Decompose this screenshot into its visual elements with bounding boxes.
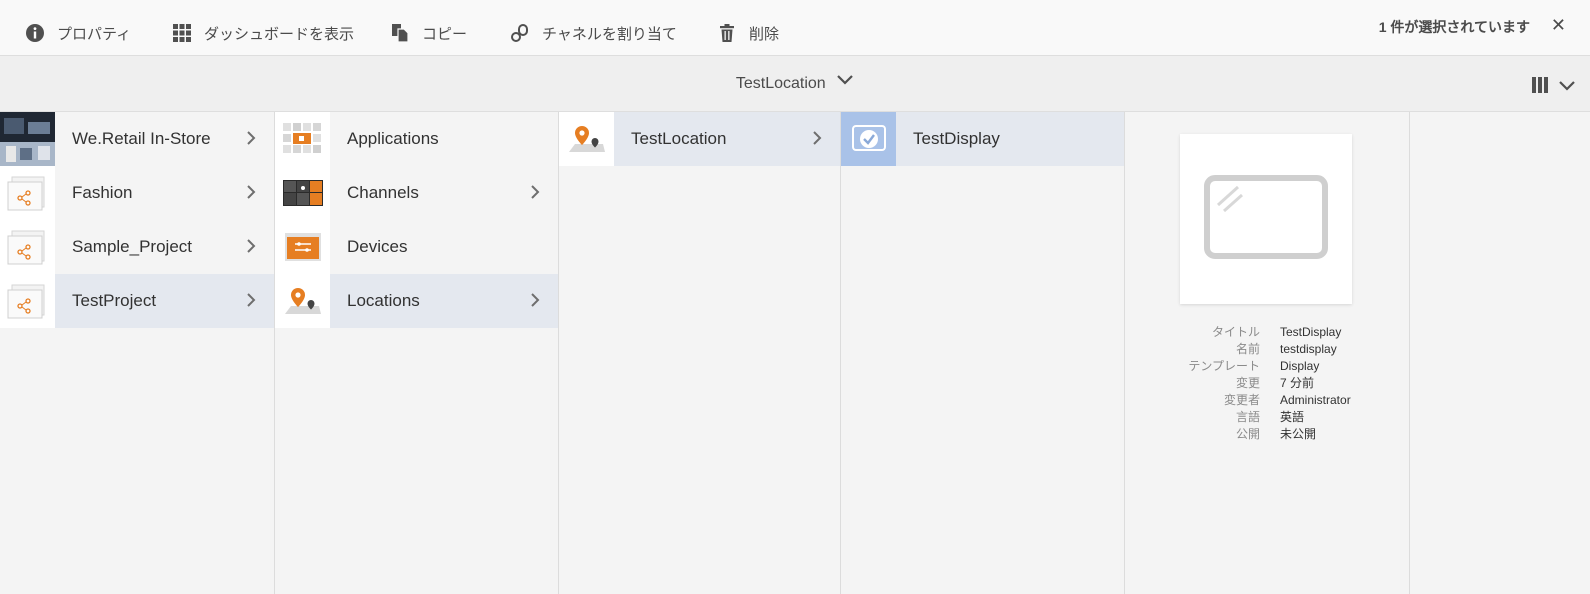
location-pin-icon — [275, 274, 330, 328]
meta-key: 公開 — [1235, 427, 1260, 441]
list-item-label: TestLocation — [631, 129, 727, 148]
selection-status: 1 件が選択されています — [1378, 19, 1530, 35]
column-view-icon — [1532, 77, 1550, 98]
meta-key: 変更 — [1235, 376, 1260, 390]
list-item-label: Sample_Project — [72, 237, 193, 256]
assign-channel-label: チャネルを割り当て — [542, 25, 677, 43]
page-title: TestLocation — [735, 75, 826, 92]
list-item-label: Locations — [347, 291, 420, 310]
meta-value: 7 分前 — [1280, 376, 1315, 390]
meta-value: testdisplay — [1280, 342, 1337, 356]
view-dashboard-label: ダッシュボードを表示 — [204, 25, 355, 43]
close-selection-icon[interactable]: ✕ — [1551, 15, 1566, 36]
column-displays: TestDisplay — [841, 112, 1125, 594]
store-thumbnail — [0, 112, 55, 166]
list-item[interactable]: Sample_Project — [0, 220, 274, 274]
list-item-label: TestProject — [72, 291, 157, 310]
chevron-down-icon — [1558, 79, 1576, 97]
meta-key: 言語 — [1235, 410, 1260, 424]
chevron-right-icon — [812, 130, 822, 151]
applications-icon — [275, 112, 330, 166]
column-projects: We.Retail In-Store Fashion Sample_Projec… — [0, 112, 275, 594]
chevron-down-icon — [836, 73, 854, 91]
meta-row-modified: 変更 7 分前 — [1125, 375, 1410, 392]
copy-icon — [390, 23, 410, 43]
list-item[interactable]: We.Retail In-Store — [0, 112, 274, 166]
project-folder-icon — [0, 166, 55, 220]
channels-icon — [275, 166, 330, 220]
selected-checkmark-icon — [841, 112, 896, 166]
copy-label: コピー — [422, 25, 468, 43]
meta-row-template: テンプレート Display — [1125, 358, 1410, 375]
meta-key: 名前 — [1235, 342, 1260, 356]
list-item-label: Devices — [347, 237, 408, 256]
column-project-children: Applications Channels Devices Locations — [275, 112, 559, 594]
meta-row-name: 名前 testdisplay — [1125, 341, 1410, 358]
properties-button[interactable]: プロパティ — [25, 19, 131, 47]
meta-value: 英語 — [1280, 410, 1305, 424]
view-switcher[interactable] — [1532, 77, 1576, 98]
chevron-right-icon — [246, 238, 256, 259]
project-folder-icon — [0, 220, 55, 274]
location-pin-icon — [559, 112, 614, 166]
meta-value: 未公開 — [1280, 427, 1317, 441]
meta-key: テンプレート — [1188, 359, 1260, 373]
copy-button[interactable]: コピー — [390, 19, 467, 47]
list-item-label: Fashion — [72, 183, 133, 202]
title-bar: TestLocation — [0, 56, 1590, 112]
action-bar: プロパティ ダッシュボードを表示 コピー チャネルを割り当て 削除 1 件が選択… — [0, 0, 1590, 56]
list-item-label: Applications — [347, 129, 439, 148]
trash-icon — [717, 23, 737, 43]
list-item-label: Channels — [347, 183, 419, 202]
meta-value: TestDisplay — [1280, 325, 1342, 339]
meta-value: Display — [1280, 359, 1320, 373]
list-item[interactable]: Fashion — [0, 166, 274, 220]
chevron-right-icon — [246, 292, 256, 313]
list-item[interactable]: TestProject — [0, 274, 274, 328]
devices-icon — [275, 220, 330, 274]
chevron-right-icon — [246, 184, 256, 205]
meta-panel: タイトル TestDisplay 名前 testdisplay テンプレート Disp… — [1125, 112, 1410, 594]
chevron-right-icon — [530, 184, 540, 205]
grid-icon — [172, 23, 192, 43]
view-dashboard-button[interactable]: ダッシュボードを表示 — [172, 19, 354, 47]
link-icon — [510, 23, 530, 43]
meta-row-title: タイトル TestDisplay — [1125, 324, 1410, 341]
assign-channel-button[interactable]: チャネルを割り当て — [510, 19, 677, 47]
properties-label: プロパティ — [57, 25, 132, 43]
list-item[interactable]: Devices — [275, 220, 558, 274]
breadcrumb-title[interactable]: TestLocation — [0, 75, 1590, 93]
list-item[interactable]: Locations — [275, 274, 558, 328]
meta-key: 変更者 — [1223, 393, 1260, 407]
meta-value: Administrator — [1280, 393, 1351, 407]
list-item[interactable]: Channels — [275, 166, 558, 220]
list-item[interactable]: TestDisplay — [841, 112, 1124, 166]
delete-label: 削除 — [749, 25, 780, 43]
meta-row-modified-by: 変更者 Administrator — [1125, 392, 1410, 409]
display-screen-icon — [1204, 174, 1328, 264]
info-icon — [25, 23, 45, 43]
delete-button[interactable]: 削除 — [717, 19, 779, 47]
meta-key: タイトル — [1211, 325, 1260, 339]
list-item-label: We.Retail In-Store — [72, 129, 211, 148]
list-item[interactable]: Applications — [275, 112, 558, 166]
chevron-right-icon — [530, 292, 540, 313]
column-locations: TestLocation — [559, 112, 841, 594]
chevron-right-icon — [246, 130, 256, 151]
display-preview-card — [1180, 134, 1352, 304]
meta-list: タイトル TestDisplay 名前 testdisplay テンプレート Disp… — [1125, 324, 1410, 443]
project-folder-icon — [0, 274, 55, 328]
meta-row-published: 公開 未公開 — [1125, 426, 1410, 443]
meta-row-language: 言語 英語 — [1125, 409, 1410, 426]
list-item[interactable]: TestLocation — [559, 112, 840, 166]
list-item-label: TestDisplay — [913, 129, 1000, 148]
